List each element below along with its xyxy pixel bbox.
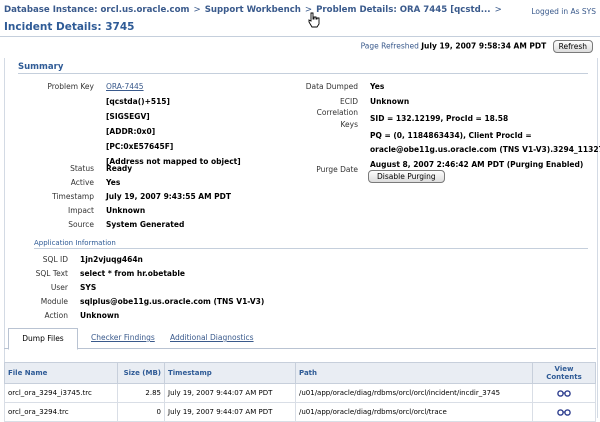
column-view-contents: View Contents (532, 362, 596, 384)
breadcrumb: Database Instance: orcl.us.oracle.com > Su… (4, 5, 506, 15)
purge-date-label: Purge Date (316, 165, 358, 174)
mouse-pointer-icon (308, 12, 320, 28)
problem-key-label: Problem Key (47, 82, 94, 91)
page-title: Incident Details: 3745 (4, 21, 135, 33)
logged-in-user: Logged in As SYS (531, 7, 596, 16)
correlation-key: PQ = (0, 1184863434), Client ProcId = (370, 131, 532, 140)
page-refreshed-time: July 19, 2007 9:58:34 AM PDT (421, 41, 547, 51)
view-contents-glasses-icon[interactable] (557, 389, 571, 397)
view-contents-glasses-icon[interactable] (557, 408, 571, 416)
breadcrumb-separator: > (494, 5, 502, 15)
summary-heading: Summary (18, 62, 64, 72)
purge-date-value: August 8, 2007 2:46:42 AM PDT (Purging E… (370, 160, 584, 169)
page-refreshed-label: Page Refreshed (360, 41, 419, 51)
view-contents-cell (532, 383, 596, 403)
status-value: Ready (106, 164, 133, 173)
timestamp-cell: July 19, 2007 9:44:07 AM PDT (164, 402, 296, 422)
summary-divider (18, 73, 588, 74)
size-cell: 2.85 (117, 383, 165, 403)
title-divider (0, 36, 600, 37)
column-file-name[interactable]: File Name (4, 362, 118, 384)
active-label: Active (70, 178, 94, 187)
table-row: orcl_ora_3294.trc 0 July 19, 2007 9:44:0… (4, 402, 596, 422)
refresh-button[interactable]: Refresh (552, 40, 593, 53)
page-refreshed: Page Refreshed July 19, 2007 9:58:34 AM … (361, 40, 593, 53)
breadcrumb-support-workbench[interactable]: Support Workbench (205, 5, 301, 15)
sql-id-label: SQL ID (42, 255, 68, 264)
sql-id-value: 1jn2vjuqg464n (80, 255, 143, 264)
path-cell: /u01/app/oracle/diag/rdbms/orcl/orcl/tra… (295, 402, 533, 422)
table-header-row: File Name Size (MB) Timestamp Path View … (4, 362, 596, 384)
correlation-key: oracle@obe11g.us.oracle.com (TNS V1-V3).… (370, 145, 600, 154)
tab-checker-findings[interactable]: Checker Findings (91, 333, 155, 342)
module-label: Module (40, 297, 68, 306)
path-cell: /u01/app/oracle/diag/rdbms/orcl/orcl/inc… (295, 383, 533, 403)
file-name-cell: orcl_ora_3294_i3745.trc (4, 383, 118, 403)
application-information-heading: Application Information (34, 239, 116, 247)
tab-additional-diagnostics[interactable]: Additional Diagnostics (170, 333, 254, 342)
view-contents-cell (532, 402, 596, 422)
action-label: Action (44, 311, 69, 320)
ecid-value: Unknown (370, 97, 410, 106)
source-label: Source (68, 220, 94, 229)
sql-text-value: select * from hr.obetable (80, 269, 186, 278)
tabs-divider (4, 348, 596, 349)
data-dumped-label: Data Dumped (305, 82, 358, 91)
problem-key-line: [ADDR:0x0] (106, 127, 156, 136)
size-cell: 0 (117, 402, 165, 422)
user-value: SYS (80, 283, 97, 292)
timestamp-label: Timestamp (52, 192, 94, 201)
user-label: User (50, 283, 68, 292)
ecid-label: ECID (340, 97, 358, 106)
table-row: orcl_ora_3294_i3745.trc 2.85 July 19, 20… (4, 383, 596, 403)
disable-purging-button[interactable]: Disable Purging (368, 170, 445, 183)
status-label: Status (70, 164, 94, 173)
problem-key-link[interactable]: ORA-7445 (106, 82, 144, 91)
dump-files-table: File Name Size (MB) Timestamp Path View … (4, 362, 596, 422)
breadcrumb-problem-details[interactable]: Problem Details: ORA 7445 [qcstd... (316, 5, 490, 15)
tab-dump-files[interactable]: Dump Files (8, 328, 78, 350)
source-value: System Generated (106, 220, 185, 229)
action-value: Unknown (80, 311, 120, 320)
file-name-cell: orcl_ora_3294.trc (4, 402, 118, 422)
timestamp-cell: July 19, 2007 9:44:07 AM PDT (164, 383, 296, 403)
breadcrumb-separator: > (193, 5, 201, 15)
module-value: sqlplus@obe11g.us.oracle.com (TNS V1-V3) (80, 297, 265, 306)
column-timestamp[interactable]: Timestamp (164, 362, 296, 384)
application-information-divider (34, 248, 588, 249)
correlation-keys-label: Correlation (316, 108, 358, 117)
data-dumped-value: Yes (370, 82, 385, 91)
correlation-keys-label: Keys (340, 120, 358, 129)
breadcrumb-database-instance[interactable]: Database Instance: orcl.us.oracle.com (4, 5, 190, 15)
impact-label: Impact (68, 206, 94, 215)
active-value: Yes (106, 178, 121, 187)
column-size[interactable]: Size (MB) (117, 362, 165, 384)
column-path[interactable]: Path (295, 362, 533, 384)
sql-text-label: SQL Text (35, 269, 68, 278)
impact-value: Unknown (106, 206, 146, 215)
problem-key-line: [SIGSEGV] (106, 112, 150, 121)
correlation-key: SID = 132.12199, ProcId = 18.58 (370, 114, 509, 123)
timestamp-value: July 19, 2007 9:43:55 AM PDT (106, 192, 232, 201)
problem-key-line: [qcstda()+515] (106, 97, 170, 106)
problem-key-line: [PC:0xE57645F] (106, 142, 174, 151)
